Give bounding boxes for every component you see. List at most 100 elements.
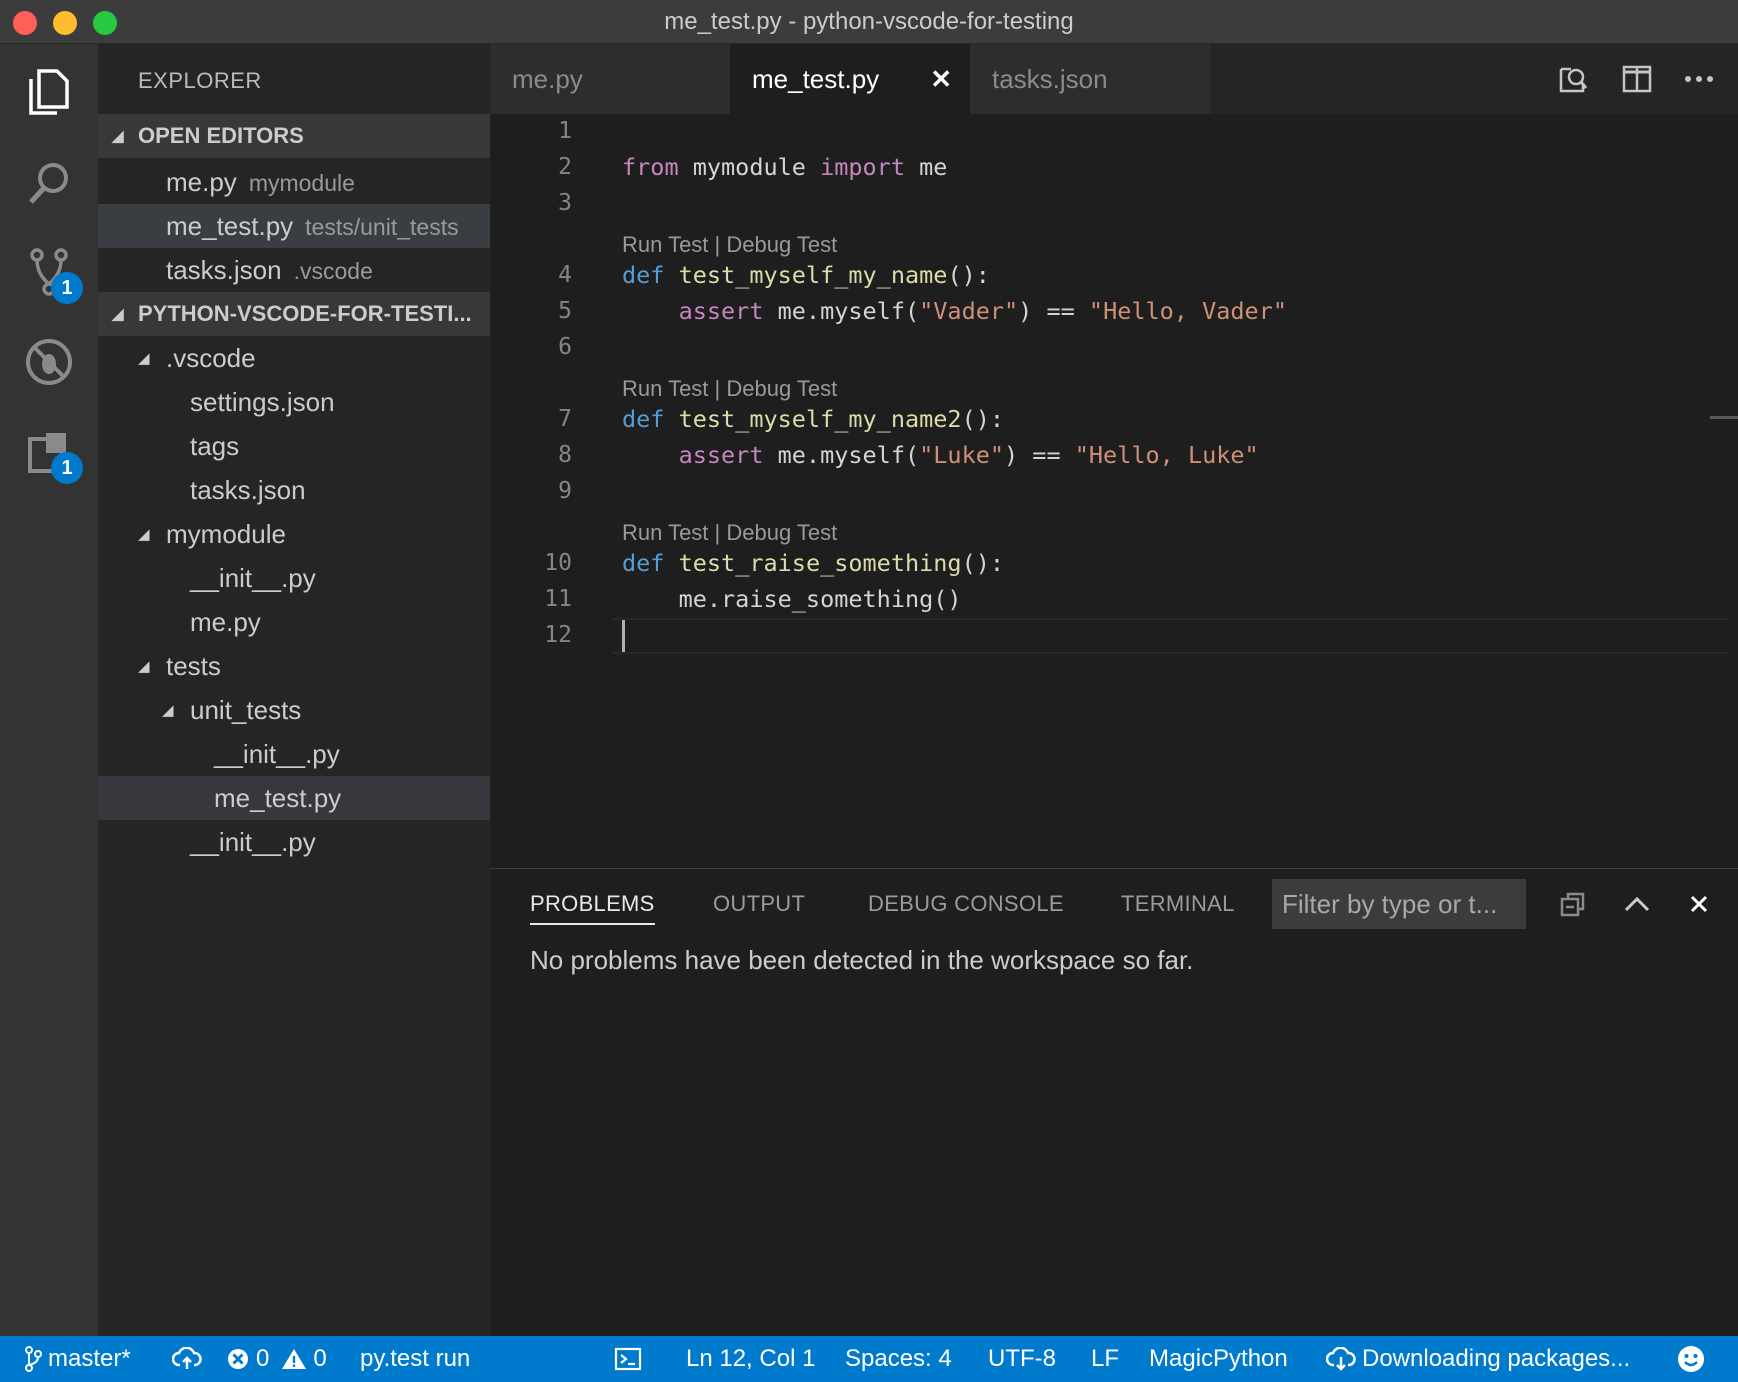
tree-file[interactable]: me.py <box>98 600 490 644</box>
encoding[interactable]: UTF-8 <box>988 1336 1056 1382</box>
close-icon[interactable]: ✕ <box>930 64 952 95</box>
open-editor-item[interactable]: tasks.json .vscode <box>98 248 490 292</box>
file-name: me.py <box>166 166 237 197</box>
terminal-icon[interactable] <box>614 1336 648 1382</box>
problems-message: No problems have been detected in the wo… <box>530 945 1194 975</box>
tab-tasks-json[interactable]: tasks.json <box>970 44 1210 114</box>
collapse-triangle-icon: ◢ <box>112 128 124 145</box>
status-bar: master* 0 0 py.test run Ln 12, Col 1 Spa… <box>0 1336 1738 1382</box>
line-number: 12 <box>544 622 572 648</box>
sidebar-title: EXPLORER <box>138 68 262 93</box>
window-close-button[interactable] <box>13 11 37 35</box>
downloading-status[interactable]: Downloading packages... <box>1326 1336 1630 1382</box>
tree-file-selected[interactable]: me_test.py <box>98 776 490 820</box>
tab-debug-console[interactable]: DEBUG CONSOLE <box>868 891 1064 917</box>
code-line: assert me.myself("Luke") == "Hello, Luke… <box>678 441 1259 469</box>
problems-filter-input[interactable] <box>1272 879 1526 929</box>
codelens-run-debug[interactable]: Run Test | Debug Test <box>622 376 837 402</box>
window-maximize-button[interactable] <box>93 11 117 35</box>
tree-file[interactable]: tasks.json <box>98 468 490 512</box>
line-number: 2 <box>558 154 572 180</box>
tree-folder[interactable]: ◢ .vscode <box>98 336 490 380</box>
current-line-highlight <box>612 618 1728 654</box>
line-number: 10 <box>544 550 572 576</box>
collapse-triangle-icon: ◢ <box>162 702 174 719</box>
tab-problems[interactable]: PROBLEMS <box>530 891 655 925</box>
open-editor-item[interactable]: me.py mymodule <box>98 160 490 204</box>
file-path: tests/unit_tests <box>305 213 459 240</box>
collapse-all-icon[interactable] <box>1556 887 1590 921</box>
line-number: 9 <box>558 478 572 504</box>
collapse-triangle-icon: ◢ <box>138 350 150 367</box>
line-number: 8 <box>558 442 572 468</box>
line-number: 5 <box>558 298 572 324</box>
error-icon <box>228 1349 248 1369</box>
open-editors-header[interactable]: ◢ OPEN EDITORS <box>98 114 490 158</box>
task-status[interactable]: py.test run <box>360 1336 470 1382</box>
explorer-sidebar: EXPLORER ◢ OPEN EDITORS me.py mymodule me… <box>98 44 490 1336</box>
split-editor-icon[interactable] <box>1620 62 1654 96</box>
tree-folder[interactable]: ◢ unit_tests <box>98 688 490 732</box>
branch-status[interactable]: master* <box>24 1336 131 1382</box>
indentation[interactable]: Spaces: 4 <box>845 1336 952 1382</box>
text-cursor <box>622 620 625 652</box>
extensions-badge: 1 <box>51 452 83 484</box>
scm-badge: 1 <box>51 272 83 304</box>
tab-me-py[interactable]: me.py <box>490 44 730 114</box>
line-number: 11 <box>544 586 572 612</box>
more-actions-icon[interactable] <box>1682 62 1716 96</box>
git-branch-icon <box>25 1346 42 1372</box>
scrollbar-marker <box>1710 416 1738 419</box>
tree-file[interactable]: tags <box>98 424 490 468</box>
warning-icon <box>282 1349 307 1369</box>
file-path: .vscode <box>293 257 373 284</box>
editor-tab-bar: me.py me_test.py ✕ tasks.json <box>490 44 1738 114</box>
tree-file[interactable]: __init__.py <box>98 732 490 776</box>
title-bar: me_test.py - python-vscode-for-testing <box>0 0 1738 44</box>
cloud-download-icon <box>1326 1347 1356 1371</box>
feedback-smiley-icon[interactable] <box>1676 1336 1712 1382</box>
line-number: 3 <box>558 190 572 216</box>
line-number: 1 <box>558 118 572 144</box>
code-line: me.raise_something() <box>678 585 962 613</box>
line-number: 6 <box>558 334 572 360</box>
code-line: def test_raise_something(): <box>622 549 1005 577</box>
code-line: def test_myself_my_name2(): <box>622 405 1005 433</box>
bottom-panel: PROBLEMS OUTPUT DEBUG CONSOLE TERMINAL N… <box>490 868 1738 1336</box>
project-folder-header[interactable]: ◢ PYTHON-VSCODE-FOR-TESTI... <box>98 292 490 336</box>
open-preview-icon[interactable] <box>1556 62 1590 96</box>
open-editor-item[interactable]: me_test.py tests/unit_tests <box>98 204 490 248</box>
tab-terminal[interactable]: TERMINAL <box>1121 891 1235 917</box>
file-path: mymodule <box>248 169 355 196</box>
debug-icon[interactable] <box>17 330 81 394</box>
explorer-icon[interactable] <box>17 60 81 124</box>
problems-status[interactable]: 0 0 <box>226 1336 327 1382</box>
source-control-icon[interactable]: 1 <box>17 240 83 304</box>
extensions-icon[interactable]: 1 <box>17 420 83 484</box>
search-icon[interactable] <box>17 150 81 214</box>
activity-bar: 1 1 <box>0 44 98 1336</box>
window-minimize-button[interactable] <box>53 11 77 35</box>
tree-folder[interactable]: ◢ mymodule <box>98 512 490 556</box>
close-panel-icon[interactable] <box>1682 887 1716 921</box>
tree-file[interactable]: __init__.py <box>98 556 490 600</box>
codelens-run-debug[interactable]: Run Test | Debug Test <box>622 232 837 258</box>
sync-icon[interactable] <box>172 1336 208 1382</box>
tree-folder[interactable]: ◢ tests <box>98 644 490 688</box>
codelens-run-debug[interactable]: Run Test | Debug Test <box>622 520 837 546</box>
line-number: 4 <box>558 262 572 288</box>
tab-me-test-py[interactable]: me_test.py ✕ <box>730 44 970 114</box>
collapse-triangle-icon: ◢ <box>138 658 150 675</box>
collapse-triangle-icon: ◢ <box>138 526 150 543</box>
file-name: me_test.py <box>166 210 294 241</box>
code-line: def test_myself_my_name(): <box>622 261 990 289</box>
tree-file[interactable]: settings.json <box>98 380 490 424</box>
chevron-up-icon[interactable] <box>1620 887 1654 921</box>
tree-file[interactable]: __init__.py <box>98 820 490 864</box>
cursor-position[interactable]: Ln 12, Col 1 <box>686 1336 815 1382</box>
file-name: tasks.json <box>166 254 282 285</box>
code-editor[interactable]: 1 2 3 4 5 6 7 8 9 10 11 12 from mymodule… <box>490 114 1738 868</box>
tab-output[interactable]: OUTPUT <box>713 891 805 917</box>
language-mode[interactable]: MagicPython <box>1149 1336 1288 1382</box>
line-ending[interactable]: LF <box>1091 1336 1119 1382</box>
